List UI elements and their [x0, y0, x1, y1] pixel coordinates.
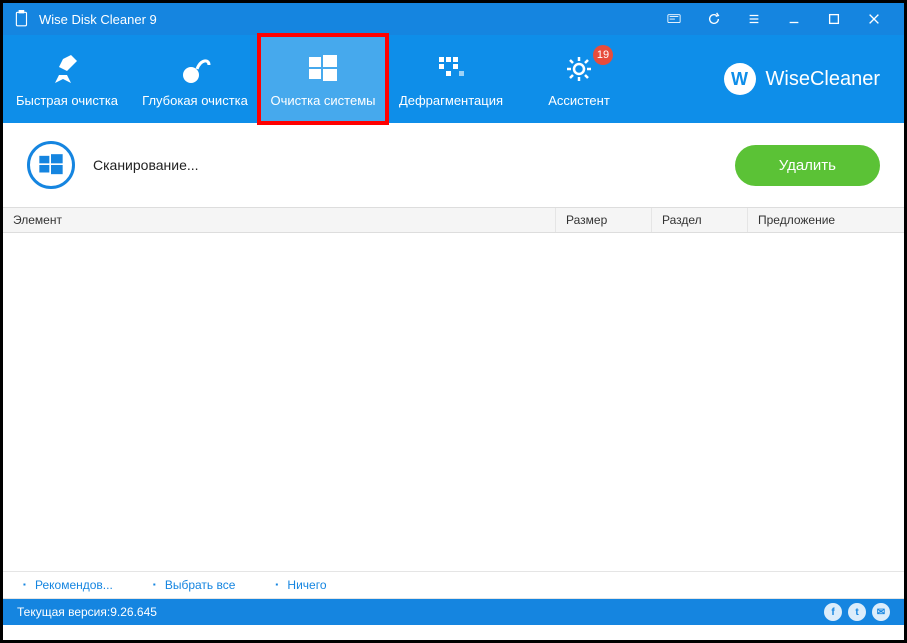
tab-label: Глубокая очистка: [142, 93, 248, 108]
tab-label: Очистка системы: [271, 93, 376, 108]
col-partition[interactable]: Раздел: [652, 208, 748, 232]
brand-text: WiseCleaner: [766, 68, 880, 91]
broom-icon: [49, 51, 85, 87]
status-row: Сканирование... Удалить: [3, 123, 904, 207]
tab-system-clean[interactable]: Очистка системы: [259, 35, 387, 123]
col-size[interactable]: Размер: [556, 208, 652, 232]
mail-icon[interactable]: ✉: [872, 603, 890, 621]
table-header: Элемент Размер Раздел Предложение: [3, 207, 904, 233]
delete-button[interactable]: Удалить: [735, 145, 880, 186]
tab-label: Ассистент: [548, 93, 610, 108]
version-text: Текущая версия:9.26.645: [17, 605, 157, 619]
minimize-button[interactable]: [774, 3, 814, 35]
link-select-all[interactable]: Выбрать все: [153, 578, 236, 592]
link-none[interactable]: Ничего: [275, 578, 326, 592]
footer-links: Рекомендов... Выбрать все Ничего: [3, 571, 904, 599]
facebook-icon[interactable]: f: [824, 603, 842, 621]
vacuum-icon: [177, 51, 213, 87]
close-button[interactable]: [854, 3, 894, 35]
gear-icon: [561, 51, 597, 87]
menu-icon[interactable]: [734, 3, 774, 35]
scan-status-icon: [27, 141, 75, 189]
defrag-icon: [433, 51, 469, 87]
brand-logo-icon: W: [724, 63, 756, 95]
statusbar: Текущая версия:9.26.645 f t ✉: [3, 599, 904, 625]
maximize-button[interactable]: [814, 3, 854, 35]
app-icon: [13, 10, 31, 28]
twitter-icon[interactable]: t: [848, 603, 866, 621]
refresh-icon[interactable]: [694, 3, 734, 35]
status-text: Сканирование...: [93, 157, 717, 173]
table-body: [3, 233, 904, 571]
feedback-icon[interactable]: [654, 3, 694, 35]
tab-assistant[interactable]: Ассистент 19: [515, 35, 643, 123]
tab-defrag[interactable]: Дефрагментация: [387, 35, 515, 123]
col-suggestion[interactable]: Предложение: [748, 208, 904, 232]
tab-label: Дефрагментация: [399, 93, 503, 108]
main-toolbar: Быстрая очистка Глубокая очистка Очистка…: [3, 35, 904, 123]
titlebar: Wise Disk Cleaner 9: [3, 3, 904, 35]
brand[interactable]: W WiseCleaner: [724, 35, 904, 123]
tab-quick-clean[interactable]: Быстрая очистка: [3, 35, 131, 123]
link-recommend[interactable]: Рекомендов...: [23, 578, 113, 592]
col-element[interactable]: Элемент: [3, 208, 556, 232]
social-icons: f t ✉: [824, 603, 890, 621]
windows-icon: [305, 51, 341, 87]
tab-label: Быстрая очистка: [16, 93, 118, 108]
assistant-badge: 19: [593, 45, 613, 65]
app-title: Wise Disk Cleaner 9: [39, 12, 654, 27]
tab-deep-clean[interactable]: Глубокая очистка: [131, 35, 259, 123]
